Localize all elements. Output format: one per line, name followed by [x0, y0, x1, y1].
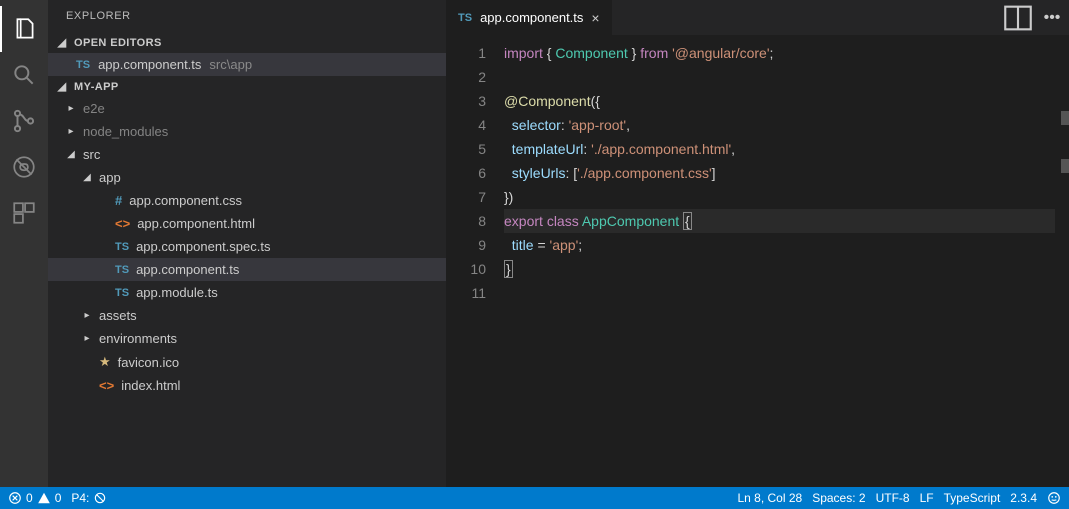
status-bar: 0 0 P4: Ln 8, Col 28 Spaces: 2 UTF-8 LF …	[0, 487, 1069, 509]
overview-ruler[interactable]	[1055, 41, 1069, 487]
tree-item-label: src	[83, 147, 100, 162]
line-numbers: 1234567891011	[446, 41, 504, 487]
project-label: MY-APP	[74, 81, 119, 93]
status-version[interactable]: 2.3.4	[1010, 491, 1037, 505]
status-indent[interactable]: Spaces: 2	[812, 491, 865, 505]
tree-file[interactable]: <> index.html	[48, 374, 446, 397]
tree-folder[interactable]: ◢ app	[48, 166, 446, 189]
tree-item-label: e2e	[83, 101, 105, 116]
css-icon: #	[115, 193, 122, 208]
ts-icon: TS	[458, 12, 472, 24]
tree-file[interactable]: # app.component.css	[48, 189, 446, 212]
status-language[interactable]: TypeScript	[944, 491, 1001, 505]
tab-app-component-ts[interactable]: TS app.component.ts ×	[446, 0, 613, 35]
activity-debug[interactable]	[0, 144, 48, 190]
status-cursor[interactable]: Ln 8, Col 28	[737, 491, 802, 505]
tree-folder[interactable]: ▸ environments	[48, 327, 446, 350]
sidebar: EXPLORER ◢ OPEN EDITORS TS app.component…	[48, 0, 446, 487]
chevron-right-icon: ▸	[66, 103, 76, 114]
tree-folder[interactable]: ▸ e2e	[48, 97, 446, 120]
split-editor-button[interactable]	[1001, 0, 1035, 35]
tree-file[interactable]: ★ favicon.ico	[48, 350, 446, 374]
tree-folder[interactable]: ▸ assets	[48, 304, 446, 327]
tree-item-label: app.component.css	[129, 193, 242, 208]
open-editor-subpath: src\app	[209, 57, 252, 72]
tree-item-label: assets	[99, 308, 137, 323]
ts-icon: TS	[115, 241, 129, 253]
activity-search[interactable]	[0, 52, 48, 98]
status-problems[interactable]: 0 0	[8, 491, 61, 505]
editor-group: TS app.component.ts × ••• 1234567891011 …	[446, 0, 1069, 487]
more-actions-button[interactable]: •••	[1035, 0, 1069, 35]
tree-folder[interactable]: ▸ node_modules	[48, 120, 446, 143]
source-control-icon	[11, 108, 37, 134]
file-tree: ▸ e2e ▸ node_modules ◢ src ◢ app # app.component.…	[48, 97, 446, 487]
smiley-icon	[1047, 491, 1061, 505]
ts-icon: TS	[115, 287, 129, 299]
code-lines[interactable]: import { Component } from '@angular/core…	[504, 41, 1055, 487]
star-icon: ★	[99, 354, 111, 370]
warning-icon	[37, 491, 51, 505]
tree-item-label: app	[99, 170, 121, 185]
chevron-right-icon: ▸	[82, 333, 92, 344]
tree-item-label: index.html	[121, 378, 180, 393]
activity-explorer[interactable]	[0, 6, 48, 52]
status-port[interactable]: P4:	[71, 491, 107, 505]
html-icon: <>	[115, 216, 130, 231]
search-icon	[11, 62, 37, 88]
tree-folder[interactable]: ◢ src	[48, 143, 446, 166]
chevron-down-icon: ◢	[56, 36, 68, 49]
chevron-down-icon: ◢	[56, 80, 68, 93]
tree-file[interactable]: TS app.component.spec.ts	[48, 235, 446, 258]
split-icon	[1001, 1, 1035, 35]
ts-icon: TS	[76, 59, 90, 71]
tree-item-label: app.component.spec.ts	[136, 239, 270, 254]
tree-item-label: app.component.ts	[136, 262, 239, 277]
tab-title: app.component.ts	[480, 10, 583, 25]
status-encoding[interactable]: UTF-8	[876, 491, 910, 505]
no-sign-icon	[93, 491, 107, 505]
tree-item-label: node_modules	[83, 124, 168, 139]
ellipsis-icon: •••	[1044, 9, 1061, 27]
tree-file[interactable]: TS app.module.ts	[48, 281, 446, 304]
html-icon: <>	[99, 378, 114, 393]
code-editor[interactable]: 1234567891011 import { Component } from …	[446, 35, 1069, 487]
activity-bar	[0, 0, 48, 487]
chevron-down-icon: ◢	[82, 172, 92, 183]
tab-bar: TS app.component.ts × •••	[446, 0, 1069, 35]
sidebar-title: EXPLORER	[48, 0, 446, 32]
open-editors-header[interactable]: ◢ OPEN EDITORS	[48, 32, 446, 53]
error-icon	[8, 491, 22, 505]
ts-icon: TS	[115, 264, 129, 276]
chevron-down-icon: ◢	[66, 149, 76, 160]
chevron-right-icon: ▸	[66, 126, 76, 137]
open-editor-item[interactable]: TS app.component.ts src\app	[48, 53, 446, 76]
status-feedback[interactable]	[1047, 491, 1061, 505]
debug-icon	[11, 154, 37, 180]
open-editor-name: app.component.ts	[98, 57, 201, 72]
activity-scm[interactable]	[0, 98, 48, 144]
open-editors-label: OPEN EDITORS	[74, 37, 162, 49]
extensions-icon	[11, 200, 37, 226]
close-icon[interactable]: ×	[591, 10, 599, 26]
tree-item-label: app.module.ts	[136, 285, 218, 300]
tree-item-label: environments	[99, 331, 177, 346]
status-eol[interactable]: LF	[920, 491, 934, 505]
tree-file[interactable]: <> app.component.html	[48, 212, 446, 235]
project-header[interactable]: ◢ MY-APP	[48, 76, 446, 97]
tree-item-label: app.component.html	[137, 216, 255, 231]
activity-extensions[interactable]	[0, 190, 48, 236]
tree-file[interactable]: TS app.component.ts	[48, 258, 446, 281]
files-icon	[12, 16, 38, 42]
chevron-right-icon: ▸	[82, 310, 92, 321]
tree-item-label: favicon.ico	[118, 355, 179, 370]
